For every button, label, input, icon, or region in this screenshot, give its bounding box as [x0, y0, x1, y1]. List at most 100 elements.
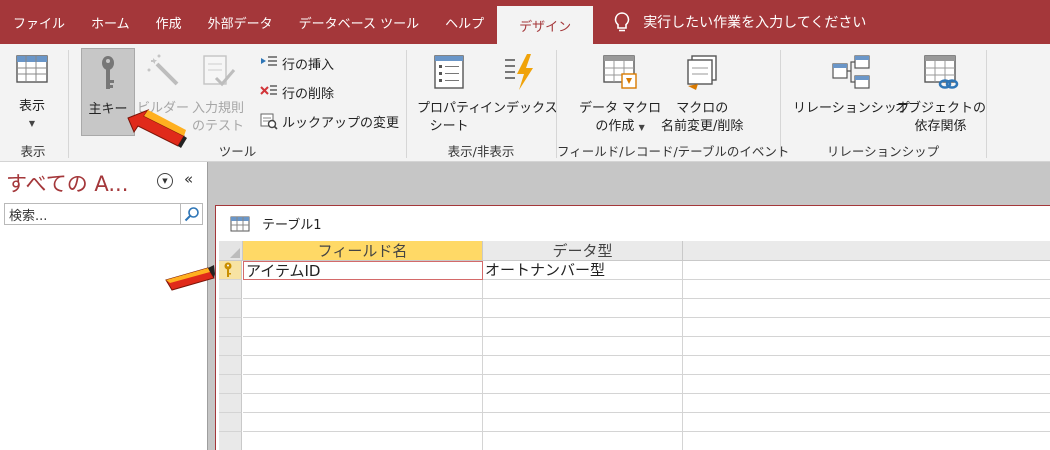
field-name-cell[interactable]: アイテムID	[243, 261, 483, 280]
search-icon[interactable]	[180, 204, 202, 224]
delete-rows-button[interactable]: 行の削除	[260, 81, 334, 103]
field-name-cell[interactable]	[243, 318, 483, 337]
field-name-cell[interactable]	[243, 356, 483, 375]
data-type-cell[interactable]	[483, 356, 683, 375]
table-icon	[230, 216, 250, 231]
navigation-pane: すべての A... ▼ « 検索...	[0, 162, 207, 450]
description-cell[interactable]	[683, 337, 1050, 356]
test-rule-label-1: 入力規則	[192, 101, 245, 116]
field-name-cell[interactable]	[243, 432, 483, 450]
insert-rows-label: 行の挿入	[282, 57, 335, 73]
tab-create[interactable]: 作成	[143, 0, 195, 44]
nav-search-input[interactable]: 検索...	[5, 205, 180, 224]
field-name-cell[interactable]	[243, 299, 483, 318]
row-selector[interactable]	[219, 299, 242, 318]
create-data-macros-button[interactable]: データ マクロ の作成 ▼	[579, 52, 661, 135]
group-tools-label: ツール	[218, 144, 257, 159]
field-name-cell[interactable]	[243, 394, 483, 413]
column-header-data-type[interactable]: データ型	[483, 241, 683, 261]
document-tab[interactable]: テーブル1	[230, 214, 322, 233]
relationships-button[interactable]: リレーションシップ	[793, 52, 910, 118]
row-pointer-arrow-icon	[165, 265, 215, 291]
object-dependencies-icon	[923, 55, 958, 89]
data-type-cell[interactable]: オートナンバー型	[483, 261, 683, 280]
field-name-cell[interactable]	[243, 413, 483, 432]
description-cell[interactable]	[683, 413, 1050, 432]
tab-file[interactable]: ファイル	[0, 0, 78, 44]
insert-rows-icon	[261, 56, 277, 66]
property-sheet-button[interactable]: プロパティ シート	[417, 52, 481, 135]
description-cell[interactable]	[683, 432, 1050, 450]
object-dependencies-button[interactable]: オブジェクトの 依存関係	[895, 52, 986, 135]
row-selector[interactable]	[219, 261, 242, 280]
chevron-down-icon: ▼	[28, 118, 36, 128]
tab-home[interactable]: ホーム	[78, 0, 143, 44]
field-name-cell[interactable]	[243, 375, 483, 394]
tab-external-data[interactable]: 外部データ	[195, 0, 286, 44]
lightbulb-icon	[614, 12, 630, 32]
object-dependencies-label-1: オブジェクトの	[895, 101, 987, 116]
description-cell[interactable]	[683, 299, 1050, 318]
data-macro-label-2: の作成 ▼	[595, 118, 644, 136]
lightning-index-icon	[504, 54, 533, 90]
tab-help[interactable]: ヘルプ	[432, 0, 497, 44]
rename-macro-icon	[687, 55, 717, 90]
group-view: 表示 ▼ 表示	[0, 44, 66, 162]
row-selector[interactable]	[219, 432, 242, 450]
row-selector[interactable]	[219, 318, 242, 337]
select-all-corner[interactable]	[219, 241, 243, 261]
nav-pane-title[interactable]: すべての A...	[6, 168, 128, 198]
collapse-pane-icon[interactable]: «	[184, 170, 193, 188]
description-cell[interactable]	[683, 375, 1050, 394]
nav-dropdown-icon[interactable]: ▼	[157, 173, 173, 189]
description-cell[interactable]	[683, 318, 1050, 337]
document-tab-title: テーブル1	[262, 218, 322, 233]
nav-search-box[interactable]: 検索...	[4, 203, 203, 225]
test-validation-rules-button[interactable]: 入力規則 のテスト	[192, 52, 244, 135]
data-type-cell[interactable]	[483, 299, 683, 318]
description-cell[interactable]	[683, 280, 1050, 299]
field-name-cell[interactable]	[243, 337, 483, 356]
group-view-label: 表示	[20, 144, 46, 159]
description-cell[interactable]	[683, 356, 1050, 375]
data-type-cell[interactable]	[483, 280, 683, 299]
data-type-cell[interactable]	[483, 432, 683, 450]
rename-delete-macro-button[interactable]: マクロの 名前変更/削除	[661, 52, 743, 135]
group-show-hide-label: 表示/非表示	[447, 144, 515, 159]
group-events-label: フィールド/レコード/テーブルのイベント	[557, 144, 790, 159]
indexes-label: インデックス	[480, 101, 558, 116]
data-type-cell[interactable]	[483, 337, 683, 356]
data-type-cell[interactable]	[483, 375, 683, 394]
data-macro-label-2-text: の作成	[595, 118, 635, 134]
insert-rows-button[interactable]: 行の挿入	[260, 52, 334, 74]
description-cell[interactable]	[683, 261, 1050, 280]
data-type-cell[interactable]	[483, 394, 683, 413]
row-selector[interactable]	[219, 394, 242, 413]
magic-wand-icon	[147, 54, 179, 86]
delete-rows-icon	[260, 85, 277, 95]
row-selector[interactable]	[219, 280, 242, 299]
row-selector[interactable]	[219, 356, 242, 375]
row-selector[interactable]	[219, 413, 242, 432]
group-show-hide: プロパティ シート インデックス 表示/非表示	[407, 44, 558, 162]
column-header-description[interactable]	[683, 241, 1050, 261]
design-grid: フィールド名 データ型 アイテムID オートナンバー型	[219, 241, 1050, 450]
row-selector[interactable]	[219, 337, 242, 356]
tell-me-text: 実行したい作業を入力してください	[643, 15, 867, 31]
modify-lookups-button[interactable]: ルックアップの変更	[260, 110, 399, 132]
tab-database-tools[interactable]: データベース ツール	[286, 0, 432, 44]
field-name-cell[interactable]	[243, 280, 483, 299]
modify-lookups-label: ルックアップの変更	[282, 115, 400, 131]
column-header-field-name[interactable]: フィールド名	[243, 241, 483, 261]
lookup-magnifier-icon	[260, 113, 278, 130]
tell-me-box[interactable]: 実行したい作業を入力してください	[609, 0, 866, 44]
data-type-cell[interactable]	[483, 318, 683, 337]
tab-design[interactable]: デザイン	[497, 6, 594, 44]
indexes-button[interactable]: インデックス	[480, 52, 558, 118]
property-sheet-icon	[434, 55, 464, 89]
data-type-cell[interactable]	[483, 413, 683, 432]
description-cell[interactable]	[683, 394, 1050, 413]
property-sheet-label-1: プロパティ	[417, 101, 482, 116]
view-button[interactable]: 表示 ▼	[14, 52, 50, 128]
row-selector[interactable]	[219, 375, 242, 394]
